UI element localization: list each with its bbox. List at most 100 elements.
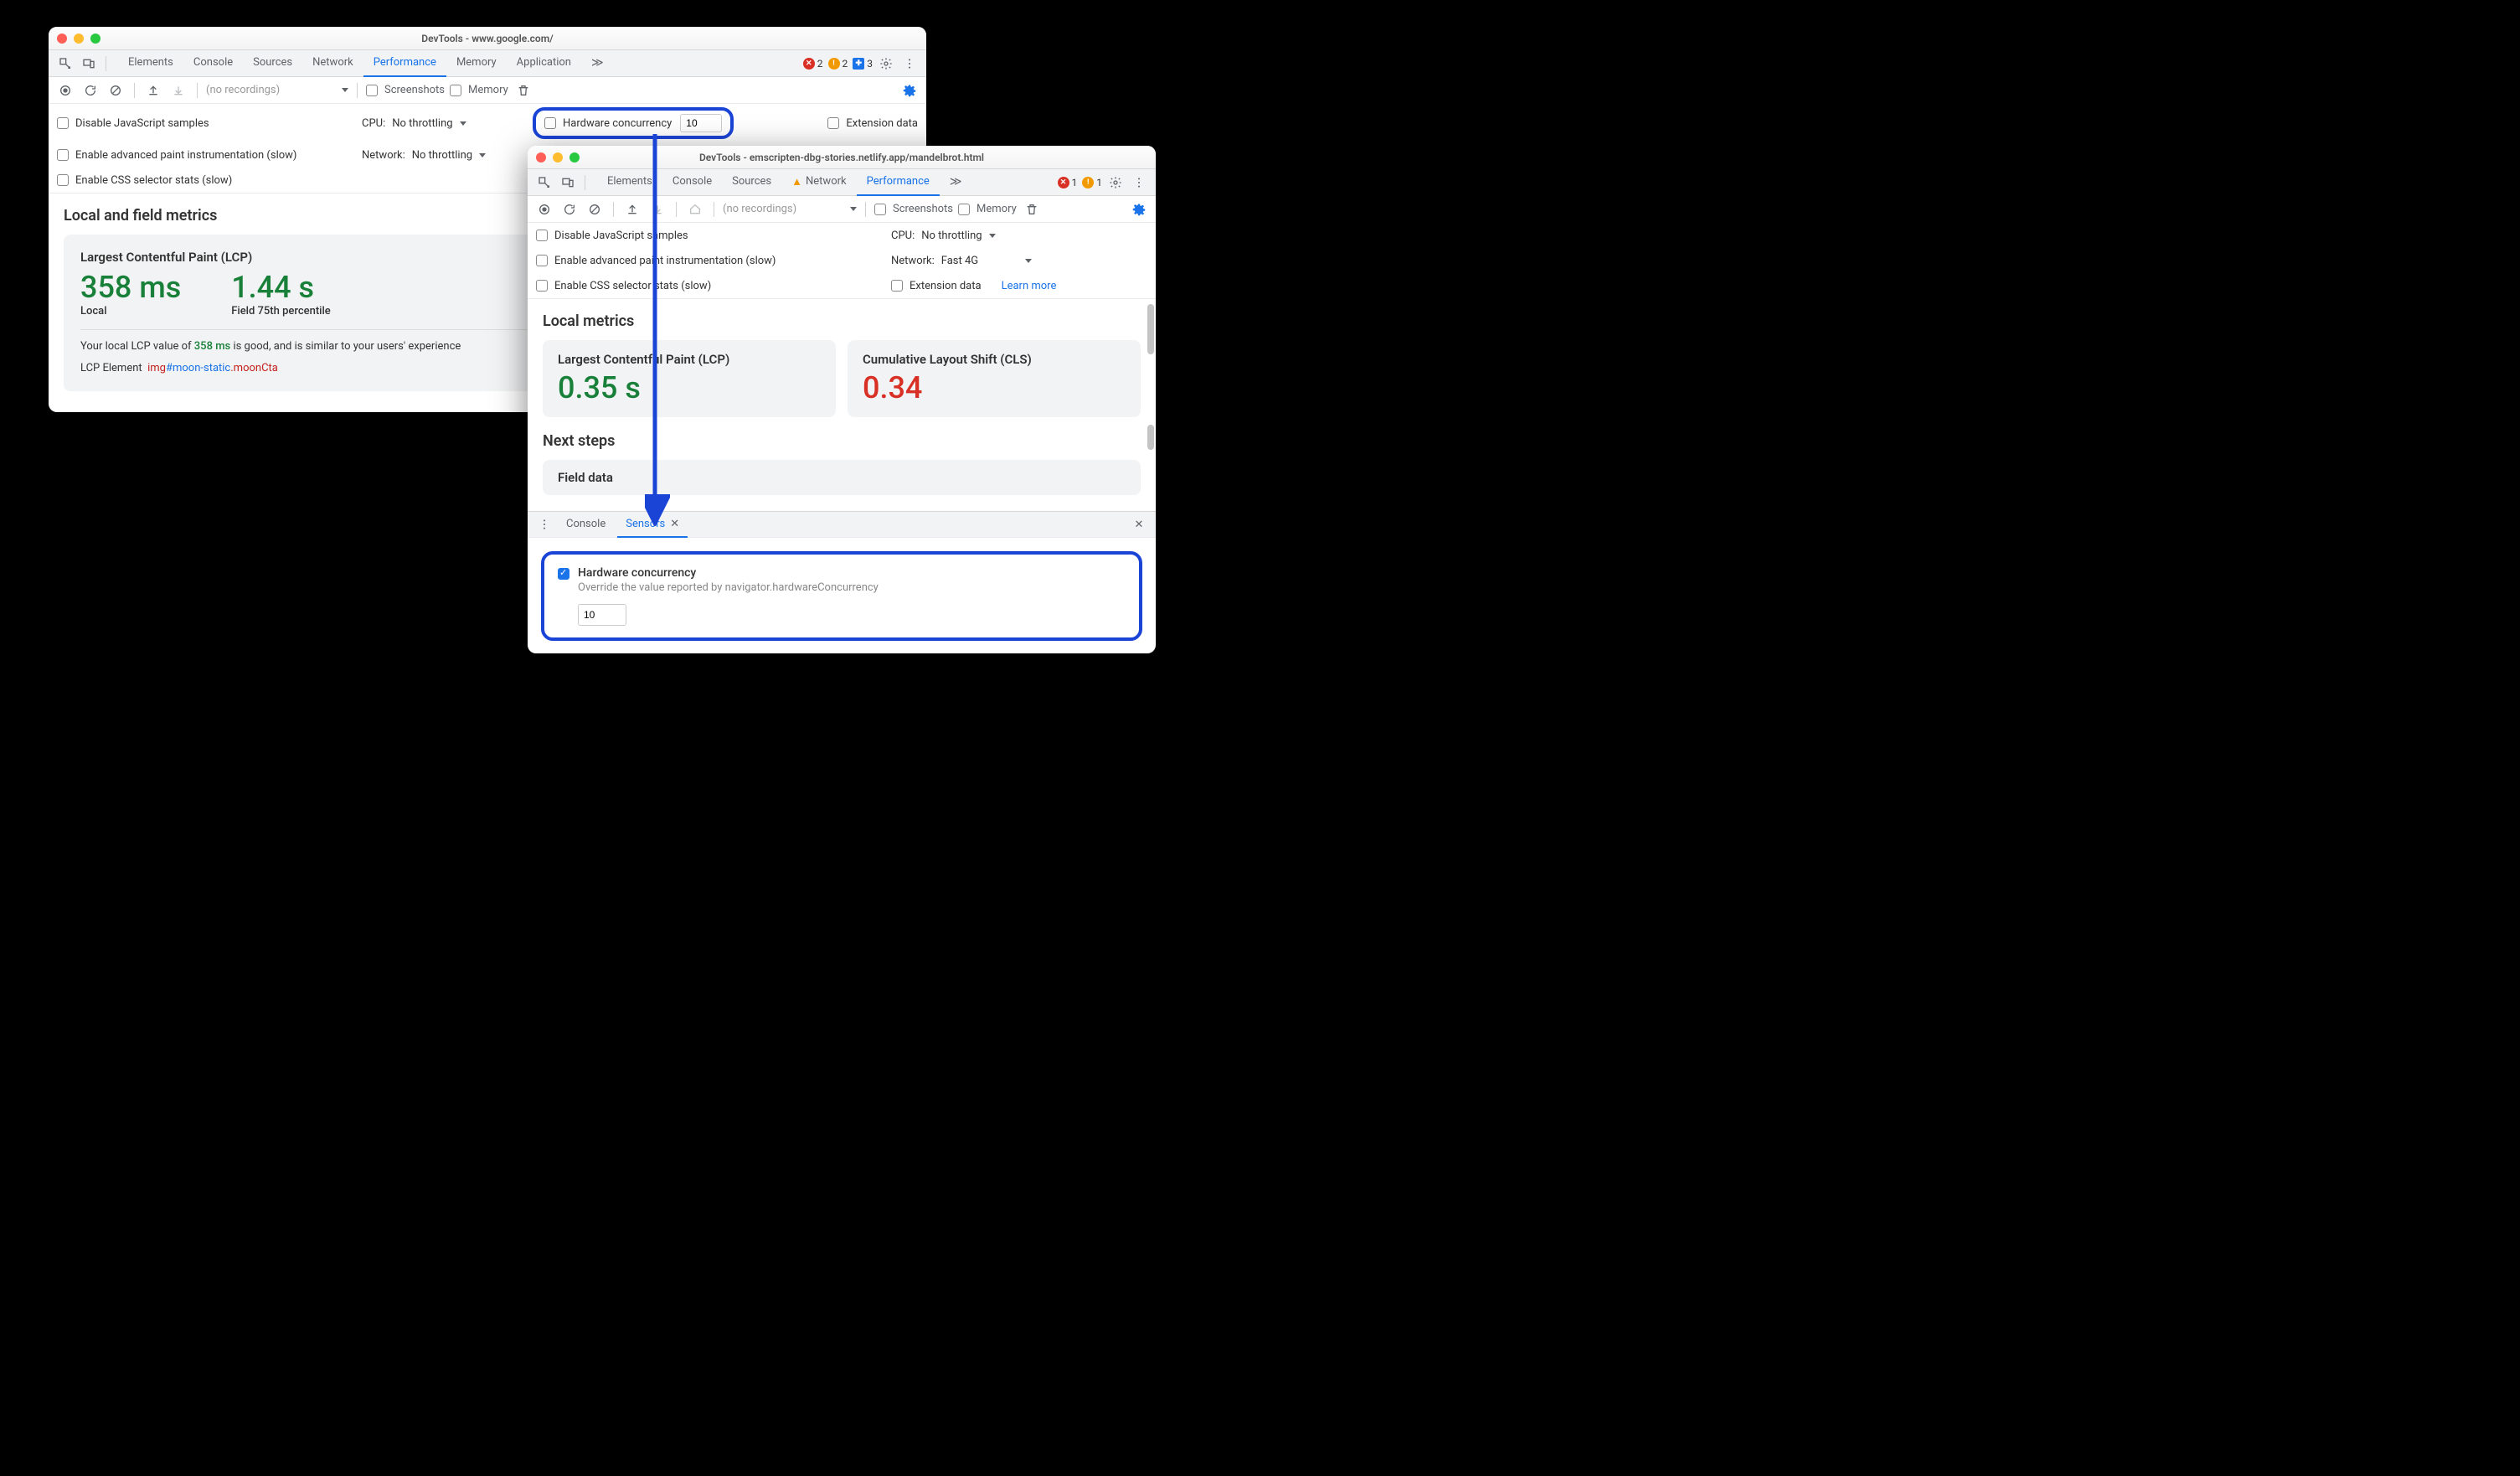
minimize-window-icon[interactable] <box>553 152 563 163</box>
maximize-window-icon[interactable] <box>569 152 580 163</box>
upload-icon[interactable] <box>143 80 163 101</box>
sensors-hw-concurrency-highlight: Hardware concurrency Override the value … <box>541 551 1142 641</box>
hw-concurrency-desc: Override the value reported by navigator… <box>578 581 1126 594</box>
cls-title: Cumulative Layout Shift (CLS) <box>863 352 1126 367</box>
clear-icon[interactable] <box>106 80 126 101</box>
panel-settings-gear-icon[interactable] <box>899 80 920 101</box>
trash-icon[interactable] <box>513 80 533 101</box>
more-tabs-icon[interactable]: ≫ <box>581 50 611 77</box>
panel-tabs: Elements Console Sources Network Perform… <box>118 50 611 77</box>
record-icon[interactable] <box>534 199 554 219</box>
drawer-tab-sensors[interactable]: Sensors ✕ <box>617 511 688 538</box>
record-icon[interactable] <box>55 80 75 101</box>
drawer-tab-console[interactable]: Console <box>558 511 614 538</box>
home-icon <box>685 199 705 219</box>
learn-more-link[interactable]: Learn more <box>1002 280 1057 292</box>
close-drawer-icon[interactable]: ✕ <box>1129 514 1149 534</box>
paint-instrumentation-checkbox[interactable]: Enable advanced paint instrumentation (s… <box>57 149 342 162</box>
reload-record-icon[interactable] <box>80 80 100 101</box>
download-icon <box>168 80 188 101</box>
drawer-tabs: Console Sensors ✕ ✕ <box>528 511 1156 538</box>
cpu-throttle-select[interactable]: CPU: No throttling <box>891 230 996 242</box>
traffic-lights <box>57 34 100 44</box>
clear-icon[interactable] <box>585 199 605 219</box>
css-stats-checkbox[interactable]: Enable CSS selector stats (slow) <box>57 174 232 187</box>
recordings-dropdown[interactable]: (no recordings) <box>723 203 857 215</box>
tab-sources[interactable]: Sources <box>722 169 781 196</box>
kebab-menu-icon[interactable] <box>534 514 554 534</box>
tab-performance[interactable]: Performance <box>363 50 446 77</box>
hardware-concurrency-checkbox[interactable]: Hardware concurrency <box>544 117 672 130</box>
lcp-local-value: 358 ms <box>80 270 181 305</box>
tab-network[interactable]: ▲Network <box>781 169 856 196</box>
memory-checkbox[interactable]: Memory <box>450 84 508 96</box>
lcp-title: Largest Contentful Paint (LCP) <box>558 352 821 367</box>
close-window-icon[interactable] <box>536 152 546 163</box>
tab-memory[interactable]: Memory <box>446 50 507 77</box>
window-title: DevTools - www.google.com/ <box>49 33 926 44</box>
tab-elements[interactable]: Elements <box>118 50 183 77</box>
close-tab-icon[interactable]: ✕ <box>670 518 679 530</box>
cls-card: Cumulative Layout Shift (CLS) 0.34 <box>848 340 1141 417</box>
memory-checkbox[interactable]: Memory <box>958 203 1017 215</box>
tab-console[interactable]: Console <box>662 169 722 196</box>
maximize-window-icon[interactable] <box>90 34 100 44</box>
trash-icon[interactable] <box>1022 199 1042 219</box>
extension-data-checkbox[interactable]: Extension data <box>891 280 982 292</box>
hardware-concurrency-highlight: Hardware concurrency <box>533 107 734 139</box>
field-data-card: Field data <box>543 460 1141 495</box>
upload-icon[interactable] <box>622 199 642 219</box>
local-metrics-heading: Local metrics <box>543 312 1141 330</box>
panel-settings-gear-icon[interactable] <box>1129 199 1149 219</box>
screenshots-checkbox[interactable]: Screenshots <box>366 84 445 96</box>
screenshots-checkbox[interactable]: Screenshots <box>874 203 953 215</box>
hardware-concurrency-input[interactable] <box>680 114 722 132</box>
lcp-card: Largest Contentful Paint (LCP) 0.35 s <box>543 340 836 417</box>
paint-instrumentation-checkbox[interactable]: Enable advanced paint instrumentation (s… <box>536 255 871 267</box>
device-toggle-icon[interactable] <box>79 54 99 74</box>
main-toolbar: Elements Console Sources Network Perform… <box>49 50 926 77</box>
lcp-field-label: Field 75th percentile <box>231 305 331 317</box>
kebab-menu-icon[interactable] <box>899 54 920 74</box>
minimize-window-icon[interactable] <box>74 34 84 44</box>
issue-badges[interactable]: ✕1 !1 <box>1058 177 1103 188</box>
cls-value: 0.34 <box>863 370 1126 405</box>
disable-js-checkbox[interactable]: Disable JavaScript samples <box>536 230 871 242</box>
tab-performance[interactable]: Performance <box>857 169 940 196</box>
scrollbar-thumb[interactable] <box>1147 304 1154 354</box>
capture-options: Disable JavaScript samples CPU: No throt… <box>528 223 1156 299</box>
close-window-icon[interactable] <box>57 34 67 44</box>
settings-gear-icon[interactable] <box>876 54 896 74</box>
more-tabs-icon[interactable]: ≫ <box>940 169 970 196</box>
tab-elements[interactable]: Elements <box>597 169 662 196</box>
hw-concurrency-checkbox[interactable] <box>558 568 569 580</box>
hw-concurrency-title: Hardware concurrency <box>578 566 1126 580</box>
issue-badges[interactable]: ✕2 !2 ✚3 <box>803 58 873 70</box>
download-icon <box>647 199 667 219</box>
recordings-dropdown[interactable]: (no recordings) <box>206 84 348 96</box>
inspect-icon[interactable] <box>55 54 75 74</box>
disable-js-checkbox[interactable]: Disable JavaScript samples <box>57 117 342 130</box>
tab-application[interactable]: Application <box>507 50 581 77</box>
settings-gear-icon[interactable] <box>1105 173 1126 193</box>
css-stats-checkbox[interactable]: Enable CSS selector stats (slow) <box>536 280 871 292</box>
tab-console[interactable]: Console <box>183 50 243 77</box>
network-throttle-select[interactable]: Network: Fast 4G <box>891 255 1032 267</box>
cpu-throttle-select[interactable]: CPU: No throttling <box>362 117 513 130</box>
reload-record-icon[interactable] <box>559 199 580 219</box>
scrollbar-thumb[interactable] <box>1147 425 1154 450</box>
panel-tabs: Elements Console Sources ▲Network Perfor… <box>597 169 969 196</box>
kebab-menu-icon[interactable] <box>1129 173 1149 193</box>
tab-network[interactable]: Network <box>302 50 363 77</box>
devtools-window-2: DevTools - emscripten-dbg-stories.netlif… <box>528 146 1156 653</box>
performance-toolbar: (no recordings) Screenshots Memory <box>528 196 1156 223</box>
tab-sources[interactable]: Sources <box>243 50 302 77</box>
lcp-local-label: Local <box>80 305 181 317</box>
device-toggle-icon[interactable] <box>558 173 578 193</box>
network-throttle-select[interactable]: Network: No throttling <box>362 149 486 162</box>
traffic-lights <box>536 152 580 163</box>
main-toolbar: Elements Console Sources ▲Network Perfor… <box>528 169 1156 196</box>
inspect-icon[interactable] <box>534 173 554 193</box>
hw-concurrency-input[interactable] <box>578 604 626 626</box>
extension-data-checkbox[interactable]: Extension data <box>827 117 918 130</box>
